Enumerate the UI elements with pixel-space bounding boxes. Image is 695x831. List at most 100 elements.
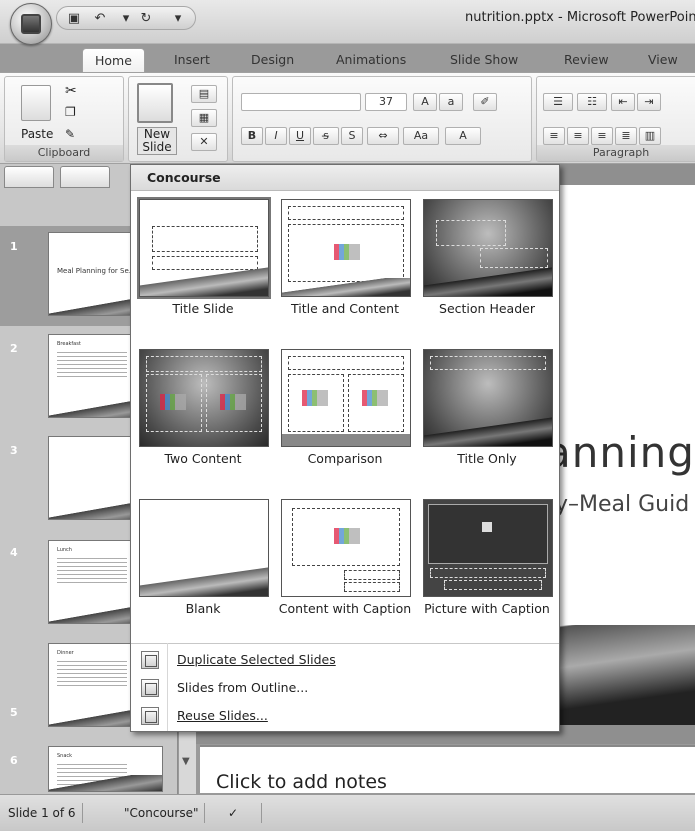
menu-separator <box>131 643 559 644</box>
office-logo-icon <box>21 14 41 34</box>
layout-picture-with-caption[interactable]: Picture with Caption <box>417 493 557 643</box>
placeholder-box <box>344 582 400 592</box>
slide-number: 5 <box>10 706 18 719</box>
placeholder-box <box>146 356 262 372</box>
copy-icon[interactable]: ❐ <box>65 105 76 119</box>
placeholder-box <box>430 356 546 370</box>
shadow-icon[interactable]: S <box>341 127 363 145</box>
footer-band <box>282 434 410 446</box>
slide-thumbnail[interactable]: Snack <box>48 746 163 792</box>
slides-from-outline-item[interactable]: Slides from Outline... <box>131 675 559 701</box>
layout-title-slide[interactable]: Title Slide <box>133 193 273 343</box>
shrink-font-icon[interactable]: a <box>439 93 463 111</box>
window-title: nutrition.pptx - Microsoft PowerPoint <box>465 10 695 25</box>
layout-two-content[interactable]: Two Content <box>133 343 273 493</box>
char-spacing-icon[interactable]: ⇔ <box>367 127 399 145</box>
save-icon[interactable]: ▣ <box>65 10 83 27</box>
tab-design[interactable]: Design <box>251 48 294 72</box>
increase-indent-icon[interactable]: ⇥ <box>637 93 661 111</box>
new-slide-dropdown: Concourse Title Slide Title and Content … <box>130 164 560 732</box>
bold-icon[interactable]: B <box>241 127 263 145</box>
underline-icon[interactable]: U <box>289 127 311 145</box>
repeat-icon[interactable]: ↻ <box>137 10 155 27</box>
slide-number: 1 <box>10 240 18 253</box>
swoosh-decoration <box>282 278 410 296</box>
placeholder-box <box>436 220 506 246</box>
font-color-icon[interactable]: A <box>445 127 481 145</box>
tab-insert[interactable]: Insert <box>174 48 210 72</box>
delete-slide-icon[interactable]: ✕ <box>191 133 217 151</box>
office-button[interactable] <box>10 3 52 45</box>
layout-section-header[interactable]: Section Header <box>417 193 557 343</box>
layout-content-with-caption[interactable]: Content with Caption <box>275 493 415 643</box>
spelling-check-icon[interactable]: ✓ <box>222 803 262 823</box>
placeholder-box <box>288 356 404 370</box>
tab-animations[interactable]: Animations <box>336 48 406 72</box>
align-center-icon[interactable]: ≡ <box>567 127 589 145</box>
thumbnail-title: Lunch <box>57 547 72 553</box>
duplicate-selected-slides-item[interactable]: Duplicate Selected Slides <box>131 647 559 673</box>
layout-label: Blank <box>185 601 221 616</box>
paragraph-group: ☰ ☷ ⇤ ⇥ ≡ ≡ ≡ ≣ ▥ Paragraph <box>536 76 695 162</box>
layout-label: Title Slide <box>172 301 234 316</box>
new-slide-button[interactable]: New Slide <box>137 127 177 155</box>
layout-label: Title and Content <box>291 301 399 316</box>
tab-view[interactable]: View <box>648 48 678 72</box>
paste-button[interactable]: Paste <box>21 127 53 141</box>
tab-slide-show[interactable]: Slide Show <box>450 48 518 72</box>
columns-icon[interactable]: ▥ <box>639 127 661 145</box>
placeholder-box <box>344 570 400 580</box>
strikethrough-icon[interactable]: s̶ <box>313 127 339 145</box>
content-icons <box>220 394 246 410</box>
layout-title-and-content[interactable]: Title and Content <box>275 193 415 343</box>
quick-access-toolbar: ▣ ↶ ▾ ↻ ▾ <box>56 6 196 30</box>
bullets-icon[interactable]: ☰ <box>543 93 573 111</box>
notes-pane[interactable]: Click to add notes <box>200 745 695 793</box>
align-right-icon[interactable]: ≡ <box>591 127 613 145</box>
thumbnail-title: Dinner <box>57 650 74 656</box>
format-painter-icon[interactable]: ✎ <box>65 127 75 141</box>
tab-review[interactable]: Review <box>564 48 609 72</box>
undo-dropdown-icon[interactable]: ▾ <box>117 10 135 27</box>
theme-header: Concourse <box>131 165 559 191</box>
decrease-indent-icon[interactable]: ⇤ <box>611 93 635 111</box>
font-size-select[interactable]: 37 <box>365 93 407 111</box>
reset-icon[interactable]: ▦ <box>191 109 217 127</box>
tab-home[interactable]: Home <box>82 48 145 74</box>
picture-icon <box>482 522 492 532</box>
slide-subtitle[interactable]: y–Meal Guid <box>555 492 689 517</box>
justify-icon[interactable]: ≣ <box>615 127 637 145</box>
layout-icon[interactable]: ▤ <box>191 85 217 103</box>
font-name-select[interactable] <box>241 93 361 111</box>
new-slide-icon[interactable] <box>137 83 173 123</box>
content-icons <box>302 390 328 406</box>
picture-placeholder <box>428 504 548 564</box>
slides-tab-icon[interactable] <box>4 166 54 188</box>
paragraph-group-label: Paragraph <box>537 145 695 161</box>
reuse-slides-icon <box>141 707 159 725</box>
scroll-down-icon[interactable]: ▼ <box>182 756 190 767</box>
align-left-icon[interactable]: ≡ <box>543 127 565 145</box>
clear-format-icon[interactable]: ✐ <box>473 93 497 111</box>
clipboard-group-label: Clipboard <box>5 145 123 161</box>
notes-placeholder[interactable]: Click to add notes <box>216 771 387 793</box>
italic-icon[interactable]: I <box>265 127 287 145</box>
grow-font-icon[interactable]: A <box>413 93 437 111</box>
outline-tab-icon[interactable] <box>60 166 110 188</box>
reuse-slides-item[interactable]: Reuse Slides... <box>131 703 559 729</box>
paste-icon[interactable] <box>21 85 51 121</box>
layout-title-only[interactable]: Title Only <box>417 343 557 493</box>
duplicate-slides-icon <box>141 651 159 669</box>
layout-blank[interactable]: Blank <box>133 493 273 643</box>
slide-title[interactable]: anning <box>545 428 695 477</box>
thumbnail-title: Meal Planning for Se... <box>57 267 136 275</box>
layout-comparison[interactable]: Comparison <box>275 343 415 493</box>
swoosh-decoration <box>424 416 552 446</box>
customize-toolbar-icon[interactable]: ▾ <box>169 10 187 27</box>
slide-number: 6 <box>10 754 18 767</box>
change-case-icon[interactable]: Aa <box>403 127 439 145</box>
undo-icon[interactable]: ↶ <box>91 10 109 27</box>
layout-label: Two Content <box>164 451 242 466</box>
cut-icon[interactable]: ✂ <box>65 83 77 99</box>
numbering-icon[interactable]: ☷ <box>577 93 607 111</box>
